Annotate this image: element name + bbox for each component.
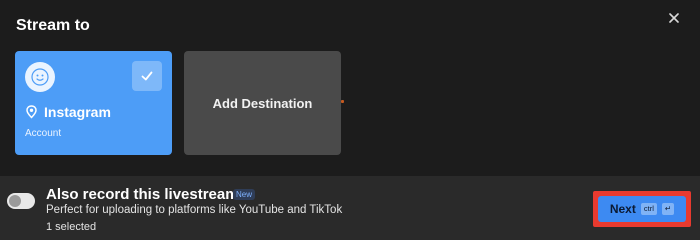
record-toggle[interactable] <box>7 193 35 209</box>
destination-card-instagram[interactable]: Instagram Account <box>15 51 172 155</box>
close-glyph <box>669 13 679 23</box>
new-badge: New <box>233 189 256 200</box>
next-button-label: Next <box>609 202 636 216</box>
dialog-title: Stream to <box>16 17 90 34</box>
instagram-pin-icon <box>26 105 37 119</box>
record-footer: Also record this livestream New Perfect … <box>0 176 700 240</box>
selected-checkbox[interactable] <box>132 61 162 91</box>
selected-count: 1 selected <box>46 221 97 233</box>
close-icon[interactable] <box>664 8 684 28</box>
destination-subtitle: Account <box>25 128 62 139</box>
destination-name-row: Instagram <box>25 104 111 120</box>
next-button[interactable]: Next ctrl ↵ <box>598 196 686 222</box>
destination-name: Instagram <box>44 104 111 120</box>
stream-to-dialog: Stream to Instagram Account Add Destinat… <box>0 0 700 240</box>
record-title: Also record this livestream <box>46 186 239 203</box>
record-description: Perfect for uploading to platforms like … <box>46 204 343 216</box>
add-destination-button[interactable]: Add Destination <box>184 51 341 155</box>
scroll-indicator <box>341 100 344 103</box>
next-button-highlight: Next ctrl ↵ <box>593 191 691 227</box>
add-destination-label: Add Destination <box>212 95 313 111</box>
enter-key-icon: ↵ <box>661 203 675 215</box>
checkmark-icon <box>141 71 153 81</box>
dialog-body: Stream to Instagram Account Add Destinat… <box>0 0 700 176</box>
avatar <box>25 62 55 92</box>
face-icon <box>31 68 49 86</box>
ctrl-key-hint: ctrl <box>640 203 657 215</box>
toggle-knob <box>9 195 21 207</box>
